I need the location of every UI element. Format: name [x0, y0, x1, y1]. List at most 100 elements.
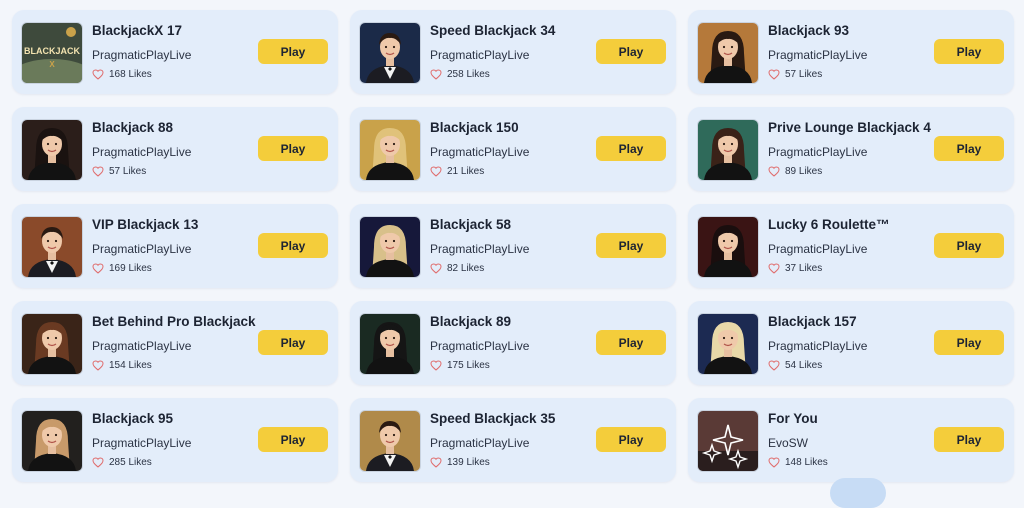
game-card[interactable]: Blackjack 58 PragmaticPlayLive 82 Likes … [350, 204, 676, 288]
game-card[interactable]: VIP Blackjack 13 PragmaticPlayLive 169 L… [12, 204, 338, 288]
game-thumbnail[interactable] [21, 119, 83, 181]
heart-icon[interactable] [92, 69, 104, 80]
game-provider: PragmaticPlayLive [92, 436, 192, 450]
likes-row: 285 Likes [92, 457, 152, 468]
likes-row: 89 Likes [768, 166, 822, 177]
game-title[interactable]: Speed Blackjack 34 [430, 23, 555, 38]
game-thumbnail[interactable] [21, 410, 83, 472]
likes-count: 82 Likes [447, 263, 485, 274]
svg-text:X: X [49, 60, 55, 69]
likes-count: 57 Likes [785, 69, 823, 80]
heart-icon[interactable] [92, 263, 104, 274]
game-provider: PragmaticPlayLive [768, 339, 868, 353]
heart-icon[interactable] [430, 457, 442, 468]
game-thumbnail[interactable] [697, 313, 759, 375]
heart-icon[interactable] [768, 457, 780, 468]
heart-icon[interactable] [92, 166, 104, 177]
game-provider: PragmaticPlayLive [430, 436, 530, 450]
heart-icon[interactable] [430, 166, 442, 177]
game-title[interactable]: Blackjack 95 [92, 411, 173, 426]
play-button[interactable]: Play [258, 39, 328, 64]
game-thumbnail[interactable] [697, 216, 759, 278]
likes-row: 148 Likes [768, 457, 828, 468]
game-title[interactable]: Blackjack 58 [430, 217, 511, 232]
play-button[interactable]: Play [596, 330, 666, 355]
heart-icon[interactable] [768, 166, 780, 177]
likes-count: 154 Likes [109, 360, 152, 371]
heart-icon[interactable] [92, 360, 104, 371]
game-thumbnail[interactable] [697, 410, 759, 472]
game-card[interactable]: Blackjack 95 PragmaticPlayLive 285 Likes… [12, 398, 338, 482]
game-title[interactable]: VIP Blackjack 13 [92, 217, 198, 232]
game-card[interactable]: For You EvoSW 148 Likes Play [688, 398, 1014, 482]
likes-row: 139 Likes [430, 457, 490, 468]
heart-icon[interactable] [768, 360, 780, 371]
game-title[interactable]: Prive Lounge Blackjack 4 [768, 120, 931, 135]
heart-icon[interactable] [430, 263, 442, 274]
heart-icon[interactable] [92, 457, 104, 468]
play-button[interactable]: Play [934, 427, 1004, 452]
game-title[interactable]: For You [768, 411, 818, 426]
floating-widget[interactable] [830, 478, 886, 508]
likes-count: 148 Likes [785, 457, 828, 468]
game-card[interactable]: Blackjack 157 PragmaticPlayLive 54 Likes… [688, 301, 1014, 385]
game-grid: BLACKJACK X BlackjackX 17 PragmaticPlayL… [12, 10, 1014, 482]
heart-icon[interactable] [430, 69, 442, 80]
game-title[interactable]: Lucky 6 Roulette™ [768, 217, 890, 232]
heart-icon[interactable] [768, 69, 780, 80]
play-button[interactable]: Play [596, 39, 666, 64]
game-thumbnail[interactable] [359, 119, 421, 181]
game-card[interactable]: Speed Blackjack 34 PragmaticPlayLive 258… [350, 10, 676, 94]
likes-row: 258 Likes [430, 69, 490, 80]
heart-icon[interactable] [430, 360, 442, 371]
game-card[interactable]: Bet Behind Pro Blackjack PragmaticPlayLi… [12, 301, 338, 385]
game-provider: PragmaticPlayLive [430, 242, 530, 256]
game-card[interactable]: Blackjack 93 PragmaticPlayLive 57 Likes … [688, 10, 1014, 94]
game-thumbnail[interactable] [359, 313, 421, 375]
game-thumbnail[interactable] [697, 22, 759, 84]
likes-count: 285 Likes [109, 457, 152, 468]
play-button[interactable]: Play [934, 136, 1004, 161]
game-provider: PragmaticPlayLive [768, 145, 868, 159]
game-provider: PragmaticPlayLive [430, 145, 530, 159]
game-title[interactable]: Blackjack 157 [768, 314, 857, 329]
game-card[interactable]: Prive Lounge Blackjack 4 PragmaticPlayLi… [688, 107, 1014, 191]
game-title[interactable]: Blackjack 93 [768, 23, 849, 38]
play-button[interactable]: Play [258, 233, 328, 258]
game-title[interactable]: Blackjack 88 [92, 120, 173, 135]
game-thumbnail[interactable]: BLACKJACK X [21, 22, 83, 84]
game-card[interactable]: Blackjack 150 PragmaticPlayLive 21 Likes… [350, 107, 676, 191]
game-card[interactable]: Blackjack 88 PragmaticPlayLive 57 Likes … [12, 107, 338, 191]
game-thumbnail[interactable] [359, 22, 421, 84]
game-title[interactable]: Speed Blackjack 35 [430, 411, 555, 426]
likes-row: 154 Likes [92, 360, 152, 371]
game-title[interactable]: BlackjackX 17 [92, 23, 182, 38]
game-thumbnail[interactable] [21, 216, 83, 278]
game-thumbnail[interactable] [21, 313, 83, 375]
likes-count: 37 Likes [785, 263, 823, 274]
game-card[interactable]: BLACKJACK X BlackjackX 17 PragmaticPlayL… [12, 10, 338, 94]
game-title[interactable]: Blackjack 150 [430, 120, 519, 135]
game-title[interactable]: Bet Behind Pro Blackjack [92, 314, 256, 329]
play-button[interactable]: Play [258, 330, 328, 355]
likes-row: 175 Likes [430, 360, 490, 371]
play-button[interactable]: Play [596, 136, 666, 161]
game-thumbnail[interactable] [359, 216, 421, 278]
play-button[interactable]: Play [934, 330, 1004, 355]
play-button[interactable]: Play [596, 427, 666, 452]
likes-row: 169 Likes [92, 263, 152, 274]
play-button[interactable]: Play [934, 233, 1004, 258]
play-button[interactable]: Play [258, 427, 328, 452]
game-card[interactable]: Lucky 6 Roulette™ PragmaticPlayLive 37 L… [688, 204, 1014, 288]
game-title[interactable]: Blackjack 89 [430, 314, 511, 329]
game-thumbnail[interactable] [697, 119, 759, 181]
game-thumbnail[interactable] [359, 410, 421, 472]
play-button[interactable]: Play [934, 39, 1004, 64]
game-card[interactable]: Speed Blackjack 35 PragmaticPlayLive 139… [350, 398, 676, 482]
likes-row: 37 Likes [768, 263, 822, 274]
heart-icon[interactable] [768, 263, 780, 274]
play-button[interactable]: Play [258, 136, 328, 161]
game-card[interactable]: Blackjack 89 PragmaticPlayLive 175 Likes… [350, 301, 676, 385]
play-button[interactable]: Play [596, 233, 666, 258]
game-provider: PragmaticPlayLive [430, 48, 530, 62]
